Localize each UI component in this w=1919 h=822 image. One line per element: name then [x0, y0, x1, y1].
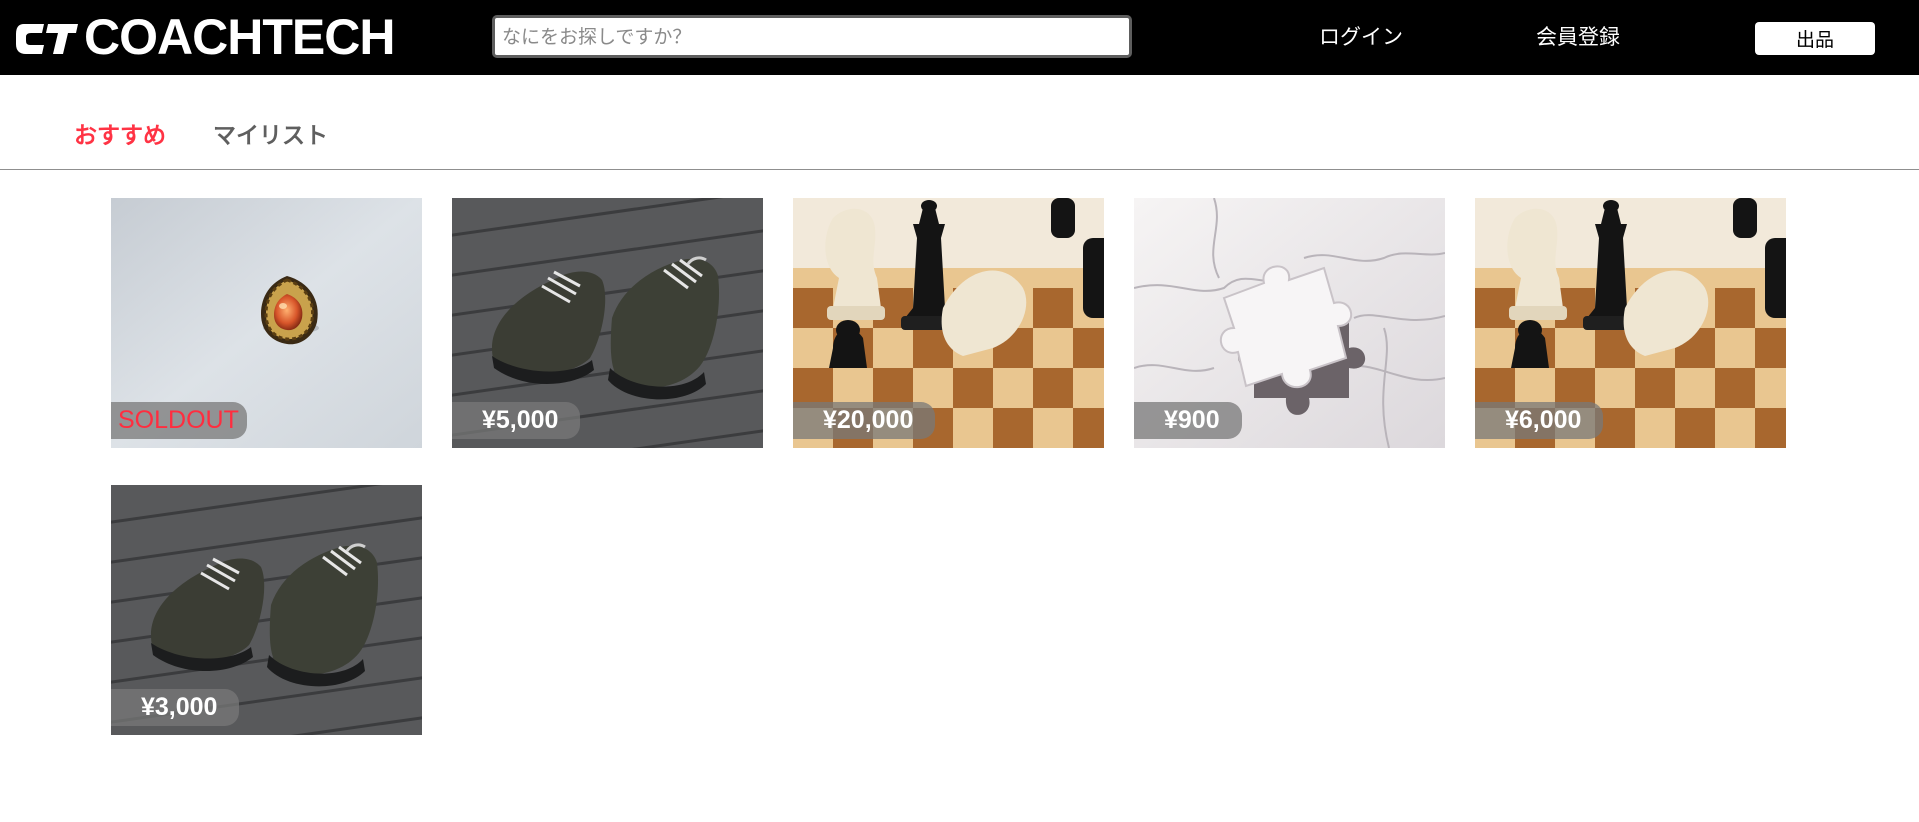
- price-badge: ¥6,000: [1475, 402, 1604, 439]
- soldout-badge: SOLDOUT: [111, 402, 247, 439]
- product-card[interactable]: ¥3,000: [111, 485, 422, 735]
- price-badge: ¥20,000: [793, 402, 936, 439]
- product-grid: SOLDOUT ¥5,000 ¥20,000 ¥900 ¥6,000 ¥3,00…: [0, 0, 1919, 822]
- product-card[interactable]: SOLDOUT: [111, 198, 422, 448]
- price-badge: ¥3,000: [111, 689, 240, 726]
- price-badge: ¥5,000: [452, 402, 581, 439]
- price-badge: ¥900: [1134, 402, 1242, 439]
- product-card[interactable]: ¥6,000: [1475, 198, 1786, 448]
- product-card[interactable]: ¥20,000: [793, 198, 1104, 448]
- product-card[interactable]: ¥900: [1134, 198, 1445, 448]
- product-card[interactable]: ¥5,000: [452, 198, 763, 448]
